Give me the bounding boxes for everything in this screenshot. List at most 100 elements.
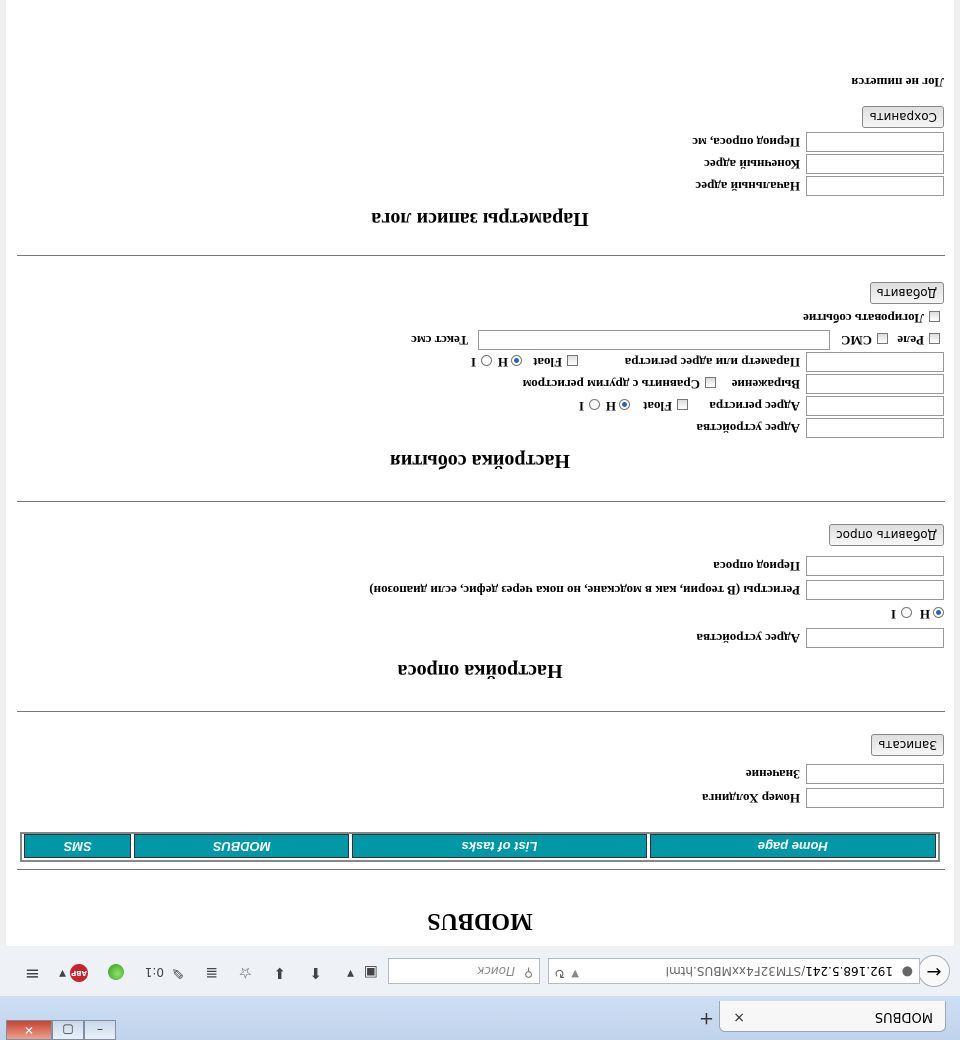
- poll-period-input[interactable]: [806, 556, 944, 576]
- event-expression-input[interactable]: [806, 374, 944, 394]
- event-radio-i[interactable]: [589, 399, 600, 410]
- url-host: 192.168.5.241: [805, 964, 893, 978]
- tab-strip: MODBUS × + – ▢ ✕: [0, 996, 960, 1040]
- poll-radio-i-label: I: [890, 607, 896, 622]
- page-title: MODBUS: [427, 908, 533, 934]
- event-section-title: Настройка события: [389, 450, 571, 472]
- save-button[interactable]: Сохранить: [862, 106, 944, 128]
- event-log-label: Логировать событие: [803, 311, 924, 326]
- event-param-input[interactable]: [806, 352, 944, 372]
- log-end-address-label: Конечный адрес: [704, 157, 800, 172]
- back-arrow-icon[interactable]: ←: [918, 955, 950, 987]
- download-icon[interactable]: ⬇: [273, 964, 286, 982]
- event-param-float-label: Float: [533, 355, 562, 370]
- log-period-input[interactable]: [806, 132, 944, 152]
- event-relay-checkbox[interactable]: [929, 333, 940, 344]
- translate-icon[interactable]: ▣: [364, 964, 378, 982]
- poll-radio-h-label: H: [919, 607, 930, 622]
- divider: [17, 255, 945, 256]
- maximize-icon[interactable]: ▢: [52, 1020, 84, 1040]
- adblock-dropdown-icon[interactable]: ▼: [59, 968, 66, 978]
- poll-device-address-input[interactable]: [806, 628, 944, 648]
- nav-modbus[interactable]: MODBUS: [134, 834, 350, 858]
- log-period-label: Период опроса, мс: [692, 135, 800, 150]
- url-bar[interactable]: ● 192.168.5.241/STM32F4xxMBUS.html ▼ ↻: [548, 958, 920, 984]
- url-dropdown-icon[interactable]: ▼: [571, 968, 579, 979]
- event-log-checkbox[interactable]: [929, 311, 940, 322]
- search-icon: ⚲: [524, 966, 533, 980]
- event-device-address-input[interactable]: [806, 418, 944, 438]
- divider: [17, 869, 945, 870]
- pen-tool-icon[interactable]: ✎: [171, 964, 184, 982]
- home-icon[interactable]: ⬆: [309, 964, 322, 982]
- divider: [17, 501, 945, 502]
- new-tab-icon[interactable]: +: [699, 1008, 714, 1029]
- event-compare-checkbox[interactable]: [705, 377, 716, 388]
- menu-icon[interactable]: ≡: [25, 963, 40, 984]
- event-param-radio-i-label: I: [470, 355, 476, 370]
- log-start-address-input[interactable]: [806, 176, 944, 196]
- event-sms-text-input[interactable]: [478, 330, 830, 350]
- event-radio-i-label: I: [578, 399, 584, 414]
- dropdown-icon[interactable]: ▼: [347, 968, 354, 978]
- window-close-icon[interactable]: ✕: [6, 1020, 52, 1040]
- page-edge-left: [954, 0, 960, 946]
- tab-modbus[interactable]: MODBUS ×: [719, 1001, 946, 1032]
- poll-device-address-label: Адрес устройства: [696, 631, 800, 646]
- event-register-address-input[interactable]: [806, 396, 944, 416]
- poll-registers-input[interactable]: [806, 580, 944, 600]
- main-nav: Home page List of tasks MODBUS SMS: [20, 832, 940, 862]
- nav-toolbar: ← ● 192.168.5.241/STM32F4xxMBUS.html ▼ ↻…: [0, 945, 960, 996]
- log-start-address-label: Начальный адрес: [695, 179, 800, 194]
- search-bar[interactable]: ⚲ Поиск: [388, 958, 540, 984]
- nav-home-page[interactable]: Home page: [649, 834, 936, 858]
- event-param-radio-h[interactable]: [511, 355, 522, 366]
- search-placeholder: Поиск: [476, 964, 515, 978]
- event-param-radio-h-label: H: [497, 355, 508, 370]
- browser-window: MODBUS × + – ▢ ✕ ← ● 192.168.5.241/STM32…: [0, 0, 960, 1040]
- holding-value-input[interactable]: [806, 764, 944, 784]
- poll-section-title: Настройка опроса: [397, 660, 563, 682]
- reader-list-icon[interactable]: ≣: [205, 964, 218, 982]
- minimize-icon[interactable]: –: [84, 1020, 116, 1040]
- status-green-icon[interactable]: [108, 964, 124, 980]
- event-param-float-checkbox[interactable]: [567, 355, 578, 366]
- event-float-label: Float: [643, 399, 672, 414]
- event-param-radio-i[interactable]: [481, 355, 492, 366]
- adblock-icon[interactable]: ABP: [70, 964, 88, 982]
- event-sms-label: СМС: [840, 333, 872, 348]
- nav-list-of-tasks[interactable]: List of tasks: [352, 834, 647, 858]
- event-float-checkbox[interactable]: [677, 399, 688, 410]
- event-register-address-label: Адрес регистра: [709, 399, 800, 414]
- page-edge-right: [0, 0, 6, 946]
- url-path: /STM32F4xxMBUS.html: [665, 964, 806, 978]
- nav-sms[interactable]: SMS: [24, 834, 132, 858]
- event-radio-h-label: H: [605, 399, 616, 414]
- page-content: MODBUS Home page List of tasks MODBUS SM…: [0, 0, 960, 946]
- poll-radio-h[interactable]: [933, 607, 944, 618]
- write-button[interactable]: Записать: [871, 734, 944, 756]
- window-controls: – ▢ ✕: [6, 1020, 116, 1040]
- event-compare-label: Сравнить с другим регистром: [522, 377, 700, 392]
- log-end-address-input[interactable]: [806, 154, 944, 174]
- event-relay-label: Реле: [897, 333, 924, 348]
- event-radio-h[interactable]: [619, 399, 630, 410]
- add-poll-button[interactable]: Добавить опрос: [829, 524, 944, 546]
- event-sms-text-label: Текст смс: [411, 333, 468, 348]
- add-event-button[interactable]: Добавить: [869, 282, 944, 304]
- event-expression-label: Выражение: [731, 377, 800, 392]
- poll-radio-i[interactable]: [901, 607, 912, 618]
- log-section-title: Параметры записи лога: [371, 208, 589, 230]
- event-sms-checkbox[interactable]: [877, 333, 888, 344]
- reload-icon[interactable]: ↻: [554, 965, 565, 980]
- timer-text: 0:1: [144, 965, 164, 979]
- event-param-label: Параметр или адрес регистра: [624, 355, 800, 370]
- poll-registers-label: Регистры (В теории, как в модскане, но п…: [369, 583, 800, 598]
- tab-title: MODBUS: [874, 1009, 933, 1024]
- bookmark-star-icon[interactable]: ☆: [239, 964, 252, 982]
- log-status-text: Лог не пишется: [851, 75, 944, 90]
- holding-number-input[interactable]: [806, 788, 944, 808]
- tab-close-icon[interactable]: ×: [733, 1009, 745, 1025]
- globe-icon: ●: [901, 964, 913, 979]
- event-device-address-label: Адрес устройства: [696, 421, 800, 436]
